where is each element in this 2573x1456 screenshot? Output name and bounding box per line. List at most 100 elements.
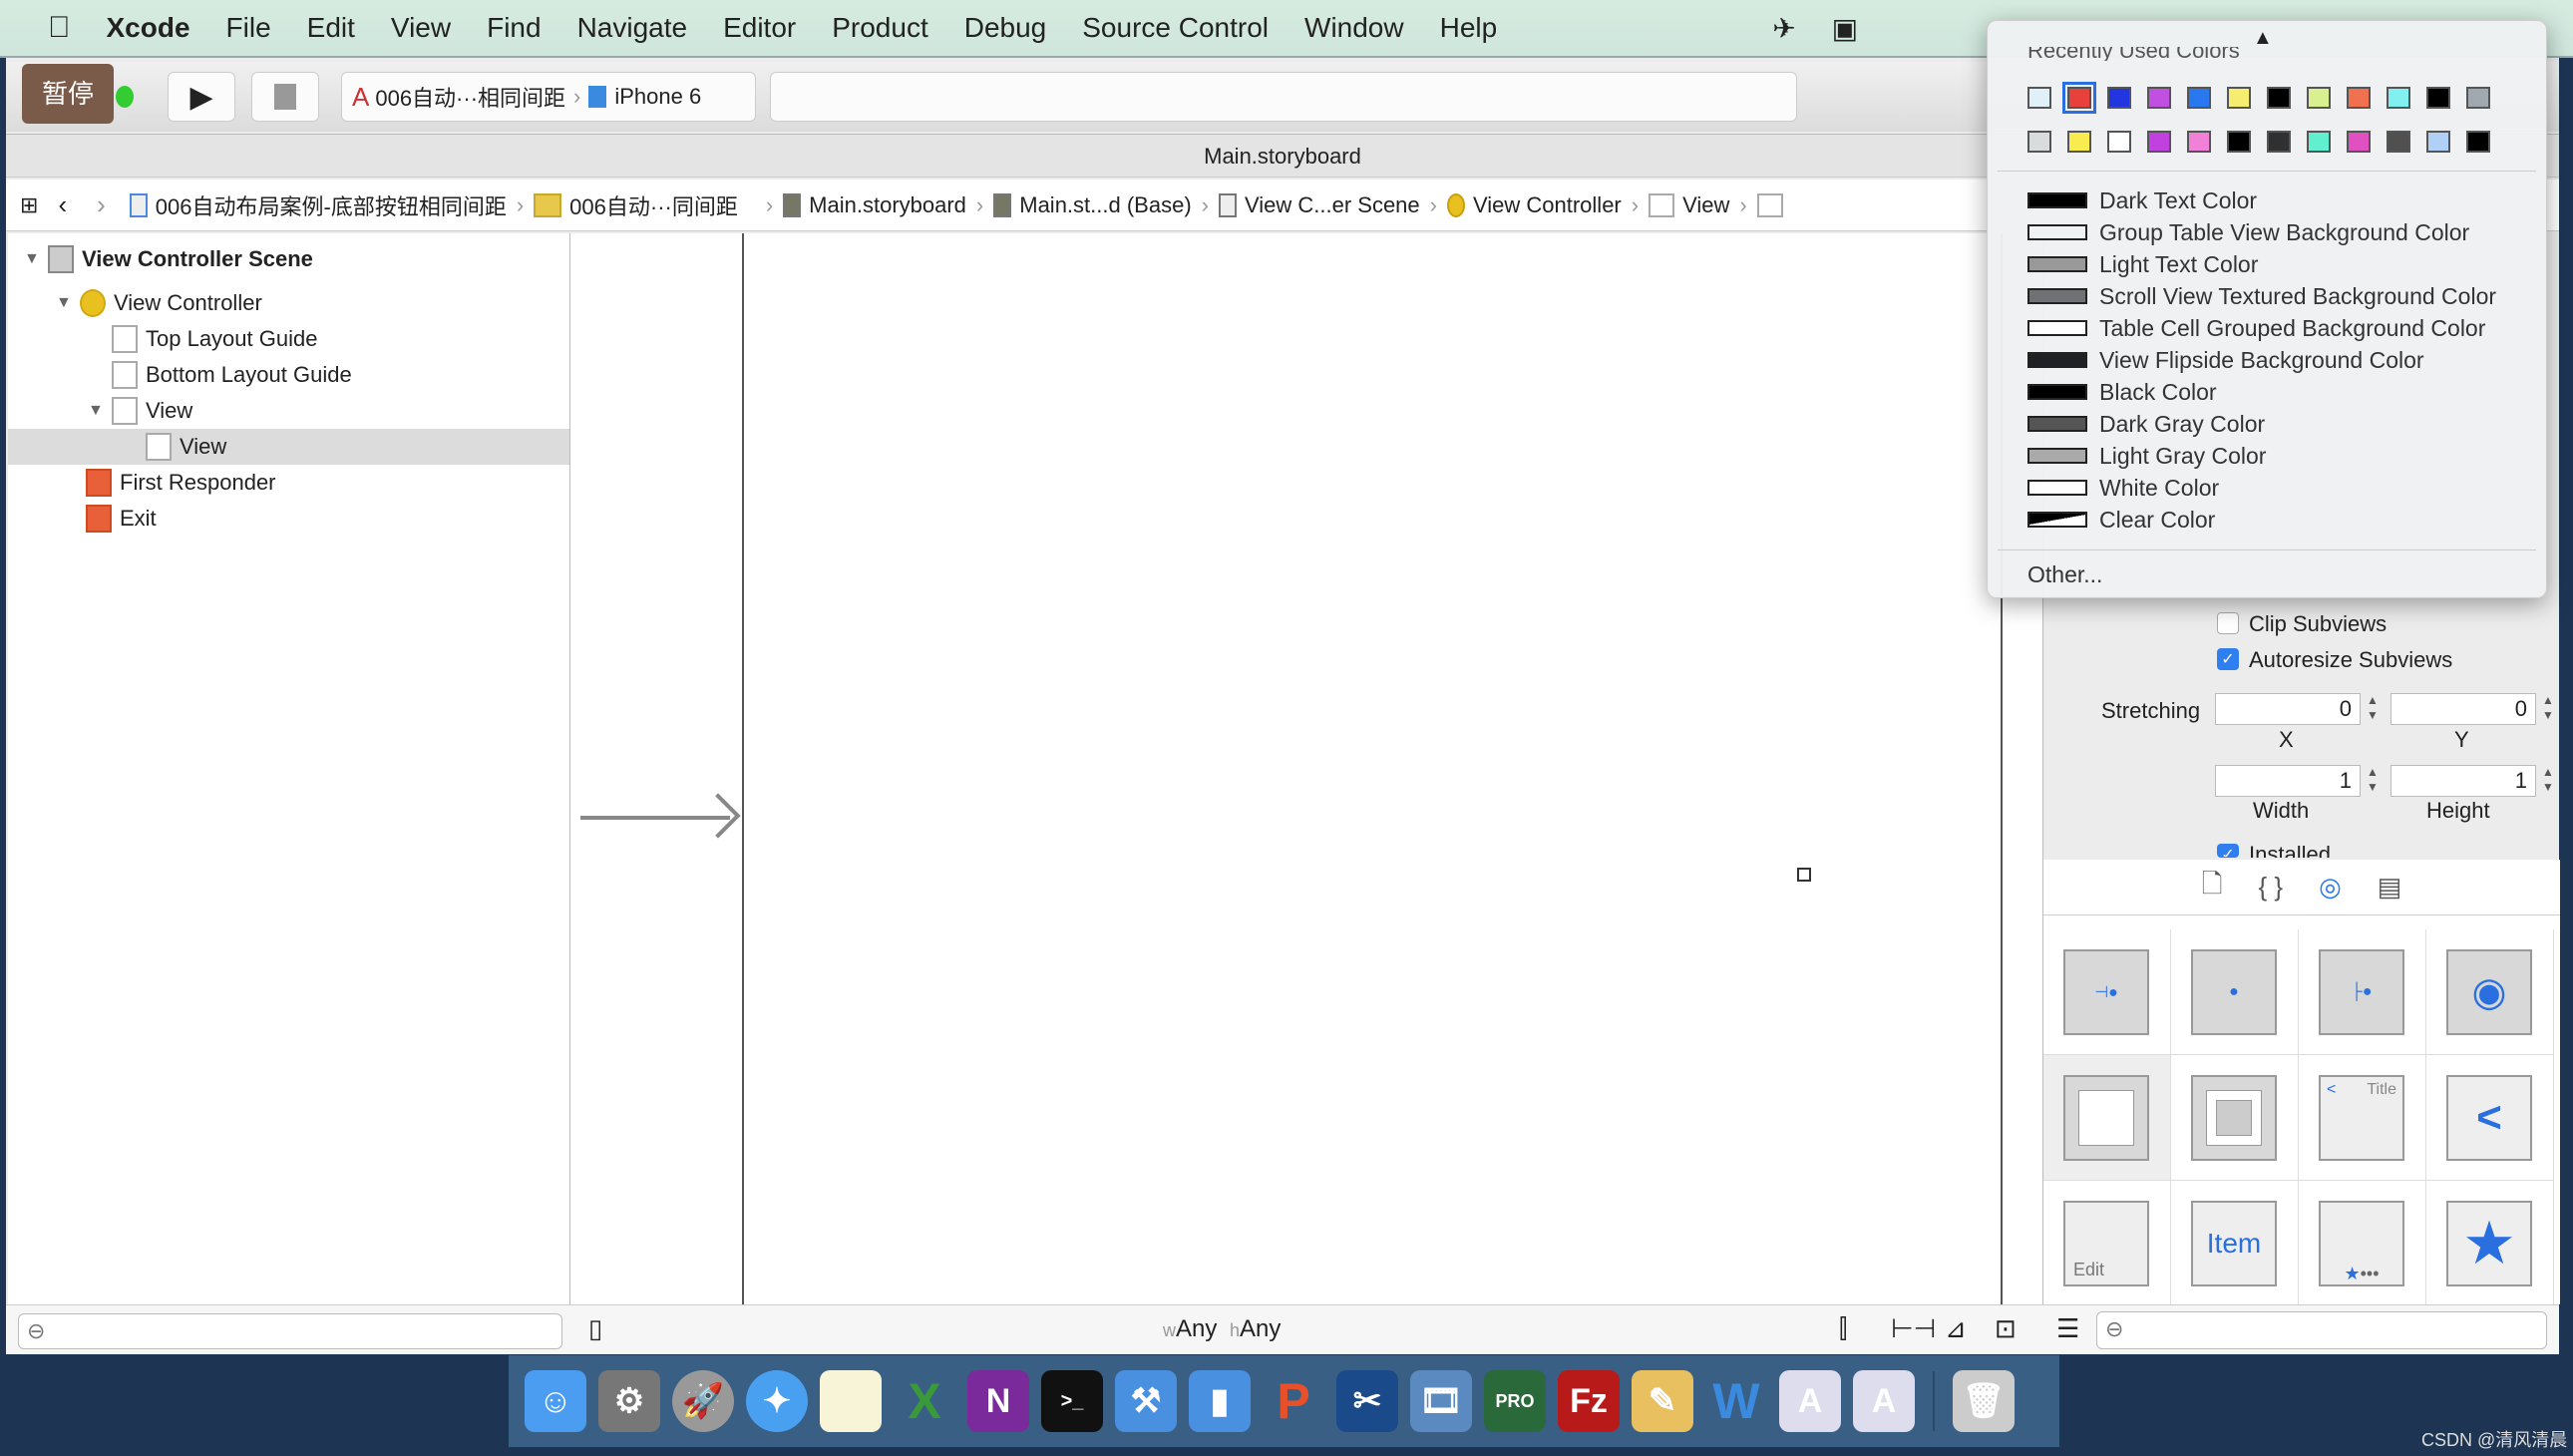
entry-point-arrow[interactable] xyxy=(580,793,741,840)
trash-icon[interactable]: 🗑 xyxy=(1953,1370,2015,1432)
run-button[interactable]: ▶ xyxy=(168,72,235,122)
menu-source-control[interactable]: Source Control xyxy=(1082,12,1269,44)
instruments-icon[interactable]: A xyxy=(1779,1370,1841,1432)
video-icon[interactable]: 🎞 xyxy=(1410,1370,1472,1432)
color-swatch[interactable] xyxy=(2466,87,2490,109)
named-color-item[interactable]: Dark Text Color xyxy=(2027,184,2257,216)
color-swatch[interactable] xyxy=(2267,87,2291,109)
finder-icon[interactable]: ☺ xyxy=(525,1370,586,1432)
disclosure-triangle-icon[interactable]: ▼ xyxy=(88,402,104,420)
installed-checkbox[interactable]: ✓ xyxy=(2217,844,2239,858)
forward-button[interactable]: › xyxy=(97,189,106,220)
menu-window[interactable]: Window xyxy=(1304,12,1404,44)
outline-item-bottom-layout-guide[interactable]: Bottom Layout Guide xyxy=(8,357,569,393)
menu-product[interactable]: Product xyxy=(832,12,928,44)
menu-editor[interactable]: Editor xyxy=(723,12,796,44)
resize-handle[interactable] xyxy=(1797,868,1811,882)
color-swatch[interactable] xyxy=(2147,131,2171,153)
screenshot-icon[interactable]: ✂ xyxy=(1336,1370,1398,1432)
code-snippet-icon[interactable]: { } xyxy=(2259,872,2284,903)
color-swatch[interactable] xyxy=(2267,131,2291,153)
library-item-vertical-pin[interactable]: ● xyxy=(2171,929,2299,1055)
named-color-item[interactable]: Dark Gray Color xyxy=(2027,408,2265,440)
crumb-scene[interactable]: View C...er Scene xyxy=(1218,192,1420,218)
scheme-selector[interactable]: A 006自动···相同间距 › iPhone 6 xyxy=(341,72,756,122)
color-swatch[interactable] xyxy=(2187,87,2211,109)
notes-icon[interactable] xyxy=(820,1370,882,1432)
crumb-project[interactable]: 006自动布局案例-底部按钮相同间距 xyxy=(129,189,507,221)
sketch-icon[interactable]: ✎ xyxy=(1632,1370,1693,1432)
system-preferences-icon[interactable]: ⚙ xyxy=(598,1370,660,1432)
disclosure-triangle-icon[interactable]: ▼ xyxy=(24,250,40,268)
align-icon[interactable]: ⫿ xyxy=(1839,1313,1847,1345)
crumb-view-2[interactable] xyxy=(1756,192,1791,217)
menu-file[interactable]: File xyxy=(226,12,271,44)
xcode-icon[interactable]: ⚒ xyxy=(1115,1370,1177,1432)
named-color-item[interactable]: White Color xyxy=(2027,472,2219,504)
simulator-icon[interactable]: ▮ xyxy=(1189,1370,1251,1432)
stretching-width-field[interactable]: 1 xyxy=(2215,765,2361,797)
color-swatch[interactable] xyxy=(2187,131,2211,153)
safari-icon[interactable]: ✦ xyxy=(746,1370,808,1432)
toggle-outline-icon[interactable]: ▯ xyxy=(588,1313,602,1344)
library-item-navigation-bar[interactable]: < Title xyxy=(2299,1055,2426,1181)
camera-icon[interactable]: ▣ xyxy=(1832,12,1858,45)
stretching-y-stepper[interactable]: ▲ ▼ xyxy=(2540,693,2556,725)
color-swatch[interactable] xyxy=(2027,131,2051,153)
library-item-leading-pin[interactable]: ├● xyxy=(2299,929,2426,1055)
menu-view[interactable]: View xyxy=(391,12,451,44)
status-icon[interactable]: ✈ xyxy=(1772,12,1795,45)
color-swatch[interactable] xyxy=(2307,131,2331,153)
outline-item-subview[interactable]: View xyxy=(8,429,569,465)
menu-edit[interactable]: Edit xyxy=(307,12,355,44)
color-swatch[interactable] xyxy=(2426,131,2450,153)
apple-icon[interactable]:  xyxy=(48,11,71,45)
library-item-horizontal-spacing[interactable]: ⊣● xyxy=(2043,929,2171,1055)
color-swatch[interactable] xyxy=(2307,87,2331,109)
named-color-item[interactable]: Clear Color xyxy=(2027,504,2215,536)
named-color-item[interactable]: Light Text Color xyxy=(2027,248,2258,280)
outline-item-first-responder[interactable]: First Responder xyxy=(8,465,569,501)
named-color-item[interactable]: Table Cell Grouped Background Color xyxy=(2027,312,2485,344)
back-button[interactable]: ‹ xyxy=(58,189,67,220)
stop-button[interactable] xyxy=(251,72,319,122)
crumb-view[interactable]: View xyxy=(1649,192,1729,218)
list-view-icon[interactable]: ☰ xyxy=(2056,1313,2079,1344)
launchpad-icon[interactable]: 🚀 xyxy=(672,1370,734,1432)
named-color-item[interactable]: Black Color xyxy=(2027,376,2217,408)
library-item-tab-bar-item[interactable]: ★ xyxy=(2426,1181,2554,1306)
color-swatch[interactable] xyxy=(2227,131,2251,153)
pro-icon[interactable]: PRO xyxy=(1484,1370,1546,1432)
disclosure-triangle-icon[interactable]: ▼ xyxy=(56,294,72,312)
library-item-navigation-item[interactable]: < xyxy=(2426,1055,2554,1181)
outline-item-top-layout-guide[interactable]: Top Layout Guide xyxy=(8,321,569,357)
other-color-item[interactable]: Other... xyxy=(2027,561,2102,588)
excel-icon[interactable]: X xyxy=(894,1370,955,1432)
word-icon[interactable]: W xyxy=(1705,1370,1767,1432)
library-item-container-view[interactable] xyxy=(2171,1055,2299,1181)
color-swatch[interactable] xyxy=(2227,87,2251,109)
color-swatch[interactable] xyxy=(2062,82,2096,114)
stretching-x-field[interactable]: 0 xyxy=(2215,693,2361,725)
color-swatch[interactable] xyxy=(2147,87,2171,109)
clip-subviews-checkbox[interactable] xyxy=(2217,612,2239,634)
color-swatch[interactable] xyxy=(2387,87,2410,109)
stretching-height-field[interactable]: 1 xyxy=(2390,765,2536,797)
outline-item-scene[interactable]: ▼ View Controller Scene xyxy=(8,241,569,277)
pin-icon[interactable]: ⊢⊣ xyxy=(1891,1313,1936,1344)
outline-item-exit[interactable]: Exit xyxy=(8,501,569,537)
wps-icon[interactable]: P xyxy=(1263,1370,1324,1432)
color-swatch[interactable] xyxy=(2107,131,2131,153)
stretching-height-stepper[interactable]: ▲ ▼ xyxy=(2540,765,2556,797)
onenote-icon[interactable]: N xyxy=(967,1370,1029,1432)
library-item-activity[interactable]: ◉ xyxy=(2426,929,2554,1055)
library-filter-field[interactable]: ⊖ xyxy=(2096,1311,2547,1349)
stretching-x-stepper[interactable]: ▲ ▼ xyxy=(2365,693,2381,725)
view-controller-scene[interactable] xyxy=(742,233,2003,1304)
named-color-item[interactable]: Light Gray Color xyxy=(2027,440,2266,472)
menu-find[interactable]: Find xyxy=(487,12,541,44)
crumb-view-controller[interactable]: View Controller xyxy=(1446,192,1622,218)
color-swatch[interactable] xyxy=(2387,131,2410,153)
library-item-tab-bar[interactable]: ★ ••• xyxy=(2299,1181,2426,1306)
crumb-storyboard[interactable]: Main.storyboard xyxy=(783,192,966,218)
